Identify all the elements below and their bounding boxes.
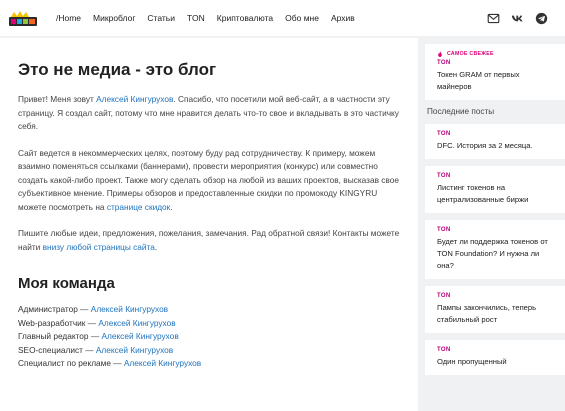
team-list: Администратор — Алексей Кингурухов Web-р… [18,303,406,371]
nav-home[interactable]: /Home [56,13,81,23]
featured-post-card[interactable]: САМОЕ СВЕЖЕЕ TON Токен GRAM от первых ма… [425,44,565,100]
main-nav: /Home Микроблог Статьи TON Криптовалюта … [56,0,367,36]
intro-paragraph: Привет! Меня зовут Алексей Кингурухов. С… [18,94,399,132]
recent-post-card[interactable]: TON DFC. История за 2 месяца. [425,124,565,159]
footer-contacts-link[interactable]: внизу любой страницы сайта [43,242,155,252]
main-content: Это не медиа - это блог Привет! Меня зов… [0,38,418,411]
nav-ton[interactable]: TON [187,13,205,23]
recent-post-card[interactable]: TON Листинг токенов на централизованные … [425,166,565,213]
site-header: /Home Микроблог Статьи TON Криптовалюта … [0,0,565,36]
telegram-icon[interactable] [533,10,549,26]
team-row-editor: Главный редактор — Алексей Кингурухов [18,331,179,342]
team-member-link[interactable]: Алексей Кингурухов [96,345,173,355]
nav-about[interactable]: Обо мне [285,13,319,23]
post-category[interactable]: TON [437,60,555,66]
sidebar: САМОЕ СВЕЖЕЕ TON Токен GRAM от первых ма… [425,44,565,382]
team-member-link[interactable]: Алексей Кингурухов [101,331,178,341]
contact-paragraph: Пишите любые идеи, предложения, пожелани… [18,228,400,252]
team-row-ads: Специалист по рекламе — Алексей Кингурух… [18,358,202,369]
author-link[interactable]: Алексей Кингурухов [96,94,173,104]
cooperation-paragraph: Сайт ведется в некоммерческих целях, поэ… [18,147,399,212]
team-row-seo: SEO-специалист — Алексей Кингурухов [18,344,174,355]
vk-icon[interactable] [509,10,525,26]
team-row-admin: Администратор — Алексей Кингурухов [18,304,169,315]
team-member-link[interactable]: Алексей Кингурухов [98,318,175,328]
nav-articles[interactable]: Статьи [147,13,175,23]
post-category[interactable]: TON [437,347,555,353]
post-category[interactable]: TON [437,131,555,137]
mail-icon[interactable] [485,10,501,26]
post-category[interactable]: TON [437,227,555,233]
post-title[interactable]: Пампы закончились, теперь стабильный рос… [437,302,555,326]
team-title: Моя команда [18,275,115,293]
post-title[interactable]: DFC. История за 2 месяца. [437,140,555,152]
recent-post-card[interactable]: TON Будет ли поддержка токенов от TON Fo… [425,220,565,279]
post-title[interactable]: Листинг токенов на централизованные бирж… [437,182,555,206]
team-member-link[interactable]: Алексей Кингурухов [124,358,201,368]
social-icons [477,10,549,26]
post-title[interactable]: Токен GRAM от первых майнеров [437,69,555,93]
team-row-webdev: Web-разработчик — Алексей Кингурухов [18,317,176,328]
team-member-link[interactable]: Алексей Кингурухов [91,304,168,314]
post-title[interactable]: Будет ли поддержка токенов от TON Founda… [437,236,555,272]
page-title: Это не медиа - это блог [18,60,217,79]
post-category[interactable]: TON [437,293,555,299]
nav-archive[interactable]: Архив [331,13,355,23]
recent-posts-label: Последние посты [427,107,495,116]
nav-microblog[interactable]: Микроблог [93,13,135,23]
discounts-link[interactable]: странице скидок [107,202,170,212]
recent-post-card[interactable]: TON Пампы закончились, теперь стабильный… [425,286,565,333]
flame-icon [438,51,442,57]
fresh-badge: САМОЕ СВЕЖЕЕ [437,51,555,57]
post-title[interactable]: Один пропущенный [437,356,555,368]
site-logo[interactable] [8,9,38,27]
post-category[interactable]: TON [437,173,555,179]
recent-post-card[interactable]: TON Один пропущенный [425,340,565,375]
nav-crypto[interactable]: Криптовалюта [217,13,273,23]
